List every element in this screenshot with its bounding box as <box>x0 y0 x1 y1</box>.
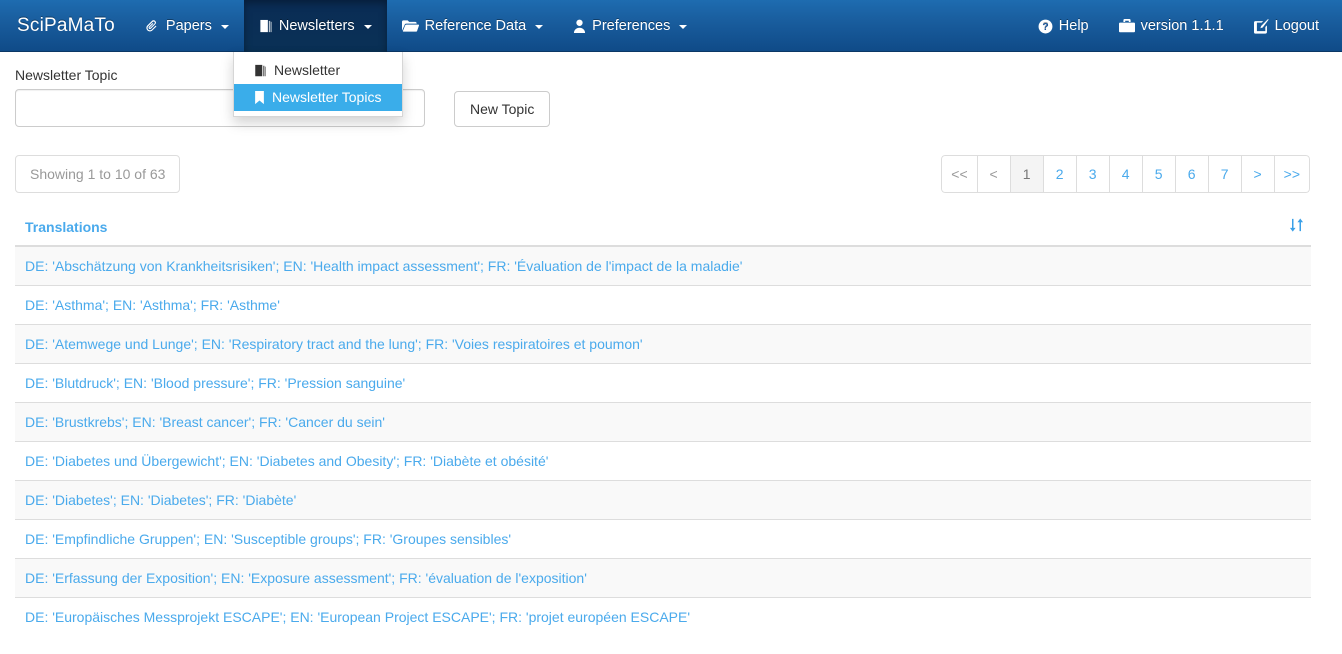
nav-label-logout: Logout <box>1274 18 1319 34</box>
bookmark-icon <box>254 90 265 105</box>
table-row[interactable]: DE: 'Blutdruck'; EN: 'Blood pressure'; F… <box>15 363 1311 403</box>
pagination: << < 1 2 3 4 5 6 7 > >> <box>941 155 1310 193</box>
table-row[interactable]: DE: 'Diabetes'; EN: 'Diabetes'; FR: 'Dia… <box>15 480 1311 520</box>
table-row[interactable]: DE: 'Erfassung der Exposition'; EN: 'Exp… <box>15 558 1311 598</box>
chevron-down-icon <box>363 25 372 29</box>
dropdown-item-newsletter[interactable]: Newsletter <box>234 57 402 84</box>
page-5[interactable]: 5 <box>1142 155 1176 193</box>
paperclip-icon <box>145 19 160 34</box>
table-row[interactable]: DE: 'Diabetes und Übergewicht'; EN: 'Dia… <box>15 441 1311 481</box>
column-header-translations[interactable]: Translations <box>15 209 1271 247</box>
page-prev[interactable]: < <box>977 155 1011 193</box>
translations-table: Translations DE: 'Abschätzung von Krankh… <box>15 209 1311 636</box>
cell-translations[interactable]: DE: 'Empfindliche Gruppen'; EN: 'Suscept… <box>15 519 1311 559</box>
page-6[interactable]: 6 <box>1175 155 1209 193</box>
dropdown-item-newsletter-topics[interactable]: Newsletter Topics <box>234 84 402 111</box>
svg-text:?: ? <box>1042 22 1048 33</box>
page-last[interactable]: >> <box>1274 155 1310 193</box>
question-circle-icon: ? <box>1038 19 1053 34</box>
dropdown-label-newsletter-topics: Newsletter Topics <box>272 89 382 105</box>
user-icon <box>573 19 586 34</box>
table-header-row: Translations <box>15 209 1311 247</box>
sort-icon <box>1289 217 1304 236</box>
nav-label-help: Help <box>1058 18 1089 34</box>
nav-label-preferences: Preferences <box>592 18 671 34</box>
chevron-down-icon <box>535 25 544 29</box>
nav-item-version[interactable]: version 1.1.1 <box>1104 0 1239 52</box>
topic-form-row: Newsletter Topic New Topic <box>15 52 1327 127</box>
folder-open-icon <box>401 19 419 33</box>
page-next[interactable]: > <box>1241 155 1275 193</box>
book-icon <box>254 64 267 78</box>
nav-label-papers: Papers <box>165 18 212 34</box>
page-container: Newsletter Topic New Topic Showing 1 to … <box>0 52 1342 636</box>
table-row[interactable]: DE: 'Atemwege und Lunge'; EN: 'Respirato… <box>15 324 1311 364</box>
main-navbar: SciPaMaTo Papers Newsletters Reference D… <box>0 0 1342 52</box>
table-body: DE: 'Abschätzung von Krankheitsrisiken';… <box>15 245 1311 636</box>
chevron-down-icon <box>679 25 688 29</box>
cell-translations[interactable]: DE: 'Atemwege und Lunge'; EN: 'Respirato… <box>15 324 1311 364</box>
column-header-sort[interactable] <box>1271 209 1311 247</box>
page-4[interactable]: 4 <box>1109 155 1143 193</box>
table-row[interactable]: DE: 'Europäisches Messprojekt ESCAPE'; E… <box>15 597 1311 636</box>
nav-item-logout[interactable]: Logout <box>1239 0 1334 52</box>
table-head: Translations <box>15 209 1311 247</box>
cell-translations[interactable]: DE: 'Diabetes'; EN: 'Diabetes'; FR: 'Dia… <box>15 480 1311 520</box>
new-topic-button[interactable]: New Topic <box>454 91 551 127</box>
cell-translations[interactable]: DE: 'Abschätzung von Krankheitsrisiken';… <box>15 245 1311 286</box>
translations-table-wrapper: Translations DE: 'Abschätzung von Krankh… <box>15 208 1311 636</box>
dropdown-label-newsletter: Newsletter <box>274 62 341 78</box>
cell-translations[interactable]: DE: 'Erfassung der Exposition'; EN: 'Exp… <box>15 558 1311 598</box>
newsletters-dropdown-menu: Newsletter Newsletter Topics <box>233 52 403 117</box>
nav-item-preferences[interactable]: Preferences <box>558 0 702 52</box>
nav-label-newsletters: Newsletters <box>278 18 355 34</box>
table-row[interactable]: DE: 'Empfindliche Gruppen'; EN: 'Suscept… <box>15 519 1311 559</box>
page-3[interactable]: 3 <box>1076 155 1110 193</box>
table-row[interactable]: DE: 'Asthma'; EN: 'Asthma'; FR: 'Asthme' <box>15 285 1311 325</box>
chevron-down-icon <box>220 25 229 29</box>
page-2[interactable]: 2 <box>1043 155 1077 193</box>
nav-item-help[interactable]: ? Help <box>1023 0 1104 52</box>
briefcase-icon <box>1118 19 1135 33</box>
nav-label-version: version 1.1.1 <box>1140 18 1224 34</box>
showing-count-label: Showing 1 to 10 of 63 <box>15 155 181 193</box>
secondary-nav: ? Help version 1.1.1 Logout <box>1023 0 1342 52</box>
page-1[interactable]: 1 <box>1010 155 1044 193</box>
page-first[interactable]: << <box>941 155 978 193</box>
nav-label-reference-data: Reference Data <box>424 18 527 34</box>
cell-translations[interactable]: DE: 'Asthma'; EN: 'Asthma'; FR: 'Asthme' <box>15 285 1311 325</box>
table-row[interactable]: DE: 'Brustkrebs'; EN: 'Breast cancer'; F… <box>15 402 1311 442</box>
cell-translations[interactable]: DE: 'Brustkrebs'; EN: 'Breast cancer'; F… <box>15 402 1311 442</box>
nav-item-newsletters[interactable]: Newsletters <box>243 0 387 52</box>
table-toolbar: Showing 1 to 10 of 63 << < 1 2 3 4 5 6 7… <box>15 154 1327 194</box>
cell-translations[interactable]: DE: 'Europäisches Messprojekt ESCAPE'; E… <box>15 597 1311 636</box>
cell-translations[interactable]: DE: 'Blutdruck'; EN: 'Blood pressure'; F… <box>15 363 1311 403</box>
cell-translations[interactable]: DE: 'Diabetes und Übergewicht'; EN: 'Dia… <box>15 441 1311 481</box>
table-row[interactable]: DE: 'Abschätzung von Krankheitsrisiken';… <box>15 245 1311 286</box>
brand-logo[interactable]: SciPaMaTo <box>0 0 130 52</box>
primary-nav: Papers Newsletters Reference Data Prefer… <box>130 0 702 52</box>
nav-item-papers[interactable]: Papers <box>130 0 244 52</box>
nav-item-reference-data[interactable]: Reference Data <box>387 0 559 52</box>
book-icon <box>259 19 273 34</box>
page-7[interactable]: 7 <box>1208 155 1242 193</box>
pencil-square-icon <box>1253 18 1269 34</box>
